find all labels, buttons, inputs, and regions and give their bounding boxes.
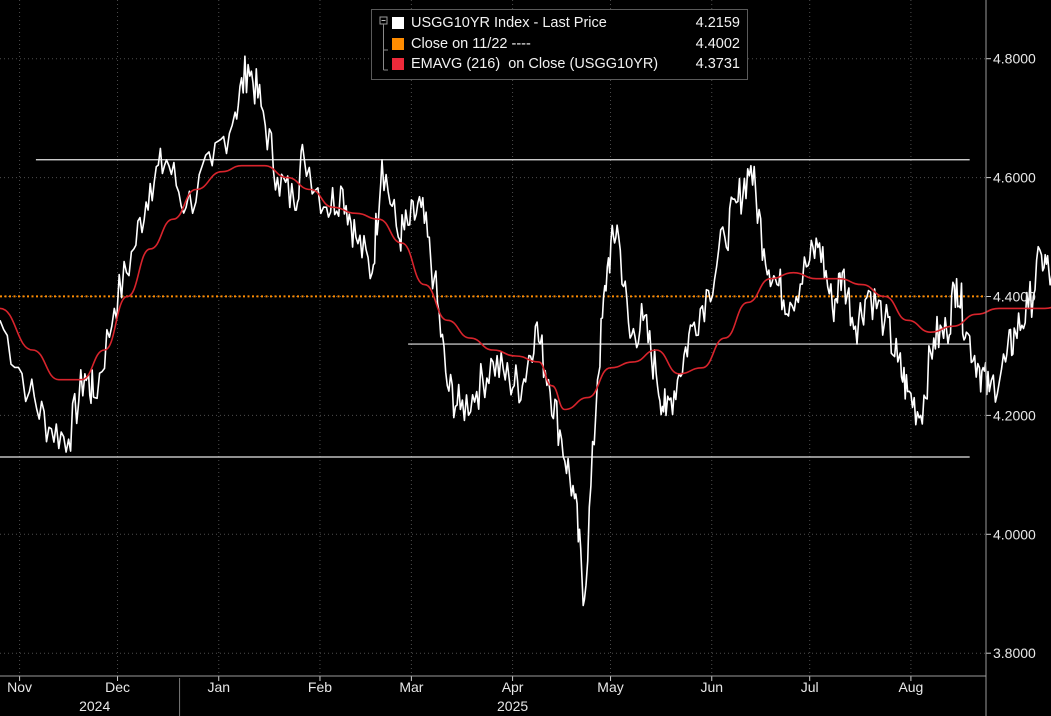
legend-swatch-orange: [392, 38, 404, 50]
xtick-label: Feb: [308, 679, 332, 695]
year-label: 2025: [497, 698, 528, 714]
ytick-label: 4.2000: [993, 407, 1036, 423]
legend-value: 4.4002: [695, 36, 740, 52]
legend-item-last-price[interactable]: USGG10YR Index - Last Price 4.2159: [392, 13, 742, 33]
legend-value: 4.3731: [695, 56, 740, 72]
ytick-label: 4.0000: [993, 526, 1036, 542]
xtick-label: Aug: [898, 679, 923, 695]
xtick-label: Mar: [399, 679, 423, 695]
legend-swatch-white: [392, 17, 404, 29]
legend-tree-icon: [379, 16, 388, 71]
ytick-label: 4.6000: [993, 170, 1036, 186]
xtick-label: Dec: [105, 679, 130, 695]
legend-item-ema[interactable]: EMAVG (216) on Close (USGG10YR) 4.3731: [392, 54, 742, 74]
legend-label: USGG10YR Index - Last Price: [411, 15, 607, 31]
legend-label: Close on 11/22 ----: [411, 36, 531, 52]
xtick-label: Apr: [502, 679, 524, 695]
xtick-label: Jun: [700, 679, 723, 695]
ytick-label: 4.8000: [993, 51, 1036, 67]
yield-chart: 3.8000 4.0000 4.2000 4.4000 4.6000 4.8000 Nov D…: [0, 0, 1051, 716]
legend-label: EMAVG (216) on Close (USGG10YR): [411, 56, 659, 72]
chart-legend[interactable]: USGG10YR Index - Last Price 4.2159 Close…: [371, 9, 748, 80]
ytick-label: 3.8000: [993, 645, 1036, 661]
ytick-label: 4.4000: [993, 289, 1036, 305]
xtick-label: Jan: [207, 679, 230, 695]
legend-swatch-red: [392, 58, 404, 70]
xtick-label: Nov: [7, 679, 32, 695]
legend-item-close[interactable]: Close on 11/22 ---- 4.4002: [392, 34, 742, 54]
xtick-label: May: [597, 679, 623, 695]
legend-value: 4.2159: [695, 15, 740, 31]
year-label: 2024: [79, 698, 110, 714]
xtick-label: Jul: [801, 679, 819, 695]
